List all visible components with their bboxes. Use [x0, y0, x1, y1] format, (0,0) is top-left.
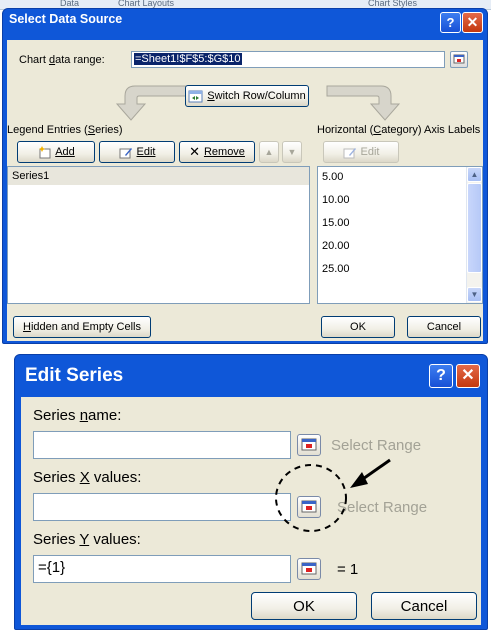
arrow-pointer-icon — [350, 458, 391, 488]
dashed-circle-annotation — [275, 464, 347, 532]
annotation-overlay — [275, 458, 391, 532]
